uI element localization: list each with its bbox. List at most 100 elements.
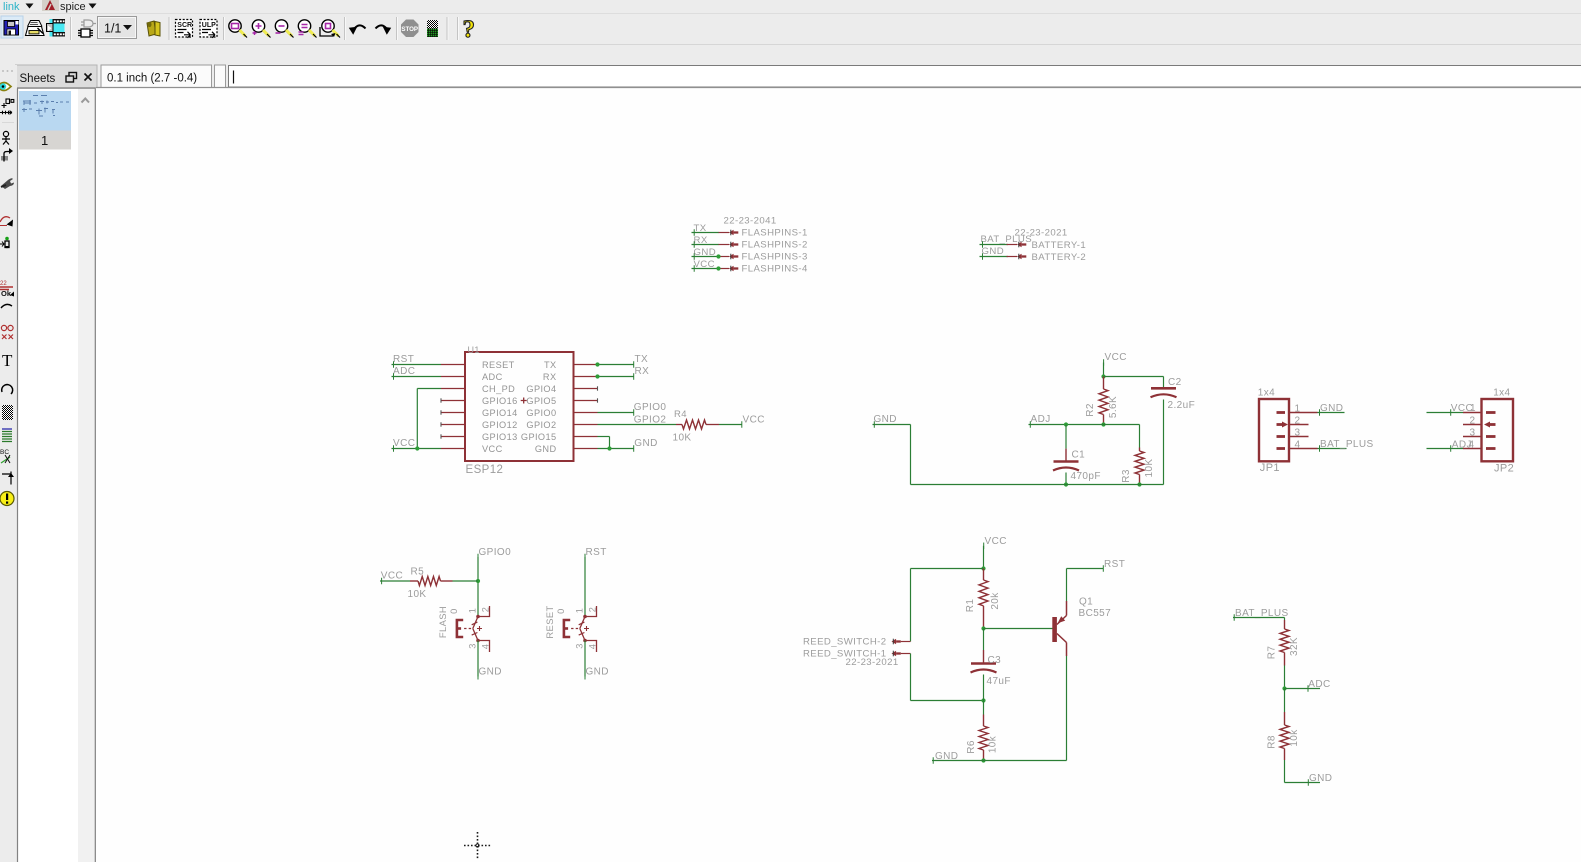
svg-text:CH_PD: CH_PD [482,384,515,394]
svg-text:0: 0 [448,608,459,614]
svg-text:1x4: 1x4 [1493,387,1510,398]
svg-text:10k: 10k [987,735,998,753]
svg-text:1: 1 [575,608,585,614]
svg-text:BC: BC [0,449,9,456]
svg-text:FLASHPINS-4: FLASHPINS-4 [742,264,809,275]
svg-text:?: ? [463,16,476,43]
svg-text:R2: R2 [1085,403,1096,417]
svg-text:BC557: BC557 [1079,608,1112,619]
svg-text:GPIO0: GPIO0 [479,547,512,558]
svg-text:4: 4 [481,644,491,650]
svg-text:GND: GND [1309,773,1332,784]
svg-text:GPIO0: GPIO0 [634,402,667,413]
svg-text:RST: RST [586,547,607,558]
svg-text:C1: C1 [1072,449,1086,460]
svg-text:JP2: JP2 [1494,462,1514,474]
svg-text:47uF: 47uF [987,676,1011,687]
svg-text:GND: GND [1320,403,1343,414]
svg-text:22-23-2021: 22-23-2021 [846,657,899,668]
svg-text:VCC: VCC [393,438,415,449]
svg-text:STOP: STOP [401,26,418,33]
svg-text:GPIO15: GPIO15 [521,432,557,442]
svg-text:U1: U1 [468,345,480,355]
svg-text:ADC: ADC [482,372,503,382]
svg-text:R8: R8 [1267,735,1278,749]
svg-text:1x4: 1x4 [1258,387,1275,398]
svg-text:VCC: VCC [1105,352,1127,363]
svg-text:BATTERY-2: BATTERY-2 [1032,252,1087,263]
svg-text:ADJ: ADJ [1452,439,1472,450]
svg-text:GND: GND [479,667,502,678]
svg-text:TX: TX [635,354,649,365]
svg-text:ADJ: ADJ [1031,414,1051,425]
svg-text:T: T [2,351,13,370]
svg-text:ULP: ULP [202,22,216,29]
svg-text:VCC: VCC [482,444,503,454]
svg-text:RST: RST [1104,559,1125,570]
svg-text:RESET: RESET [544,605,555,638]
svg-text:ADC: ADC [393,366,415,377]
svg-text:FLASHPINS-1: FLASHPINS-1 [742,228,808,239]
svg-text:10K: 10K [408,589,427,600]
svg-text:FLASHPINS-3: FLASHPINS-3 [742,252,808,263]
svg-text:RST: RST [393,354,414,365]
svg-text:R5: R5 [411,567,425,578]
svg-text:BAT_PLUS: BAT_PLUS [1320,439,1374,450]
svg-text:Q1: Q1 [1079,596,1093,607]
svg-text:VCC: VCC [743,415,765,426]
svg-text:RESET: RESET [482,360,515,370]
svg-text:BATTERY-1: BATTERY-1 [1032,240,1087,251]
svg-text:REED_SWITCH-2: REED_SWITCH-2 [803,636,887,647]
svg-text:2: 2 [588,607,598,613]
svg-text:32K: 32K [1289,637,1300,656]
svg-text:ADC: ADC [1308,679,1330,690]
svg-text:ESP12: ESP12 [466,464,504,476]
svg-text:470pF: 470pF [1071,471,1101,482]
svg-text:GND: GND [586,667,609,678]
svg-text:link: link [3,1,20,13]
svg-text:3: 3 [468,643,478,649]
svg-text:RX: RX [543,372,557,382]
svg-text:2.2uF: 2.2uF [1168,400,1196,411]
svg-text:VCC: VCC [381,571,403,582]
svg-text:0.1 inch (2.7 -0.4): 0.1 inch (2.7 -0.4) [107,73,197,85]
svg-text:GPIO13: GPIO13 [482,432,518,442]
svg-text:GPIO2: GPIO2 [526,420,556,430]
svg-text:1: 1 [468,608,478,614]
svg-text:22-23-2041: 22-23-2041 [724,216,777,227]
svg-text:TX: TX [544,360,557,370]
svg-text:spice: spice [60,1,86,13]
svg-text:1/1: 1/1 [104,22,121,36]
svg-text:GND: GND [535,444,557,454]
svg-text:GND: GND [982,246,1005,257]
svg-text:Sheets: Sheets [20,73,56,85]
svg-text:FLASHPINS-2: FLASHPINS-2 [742,240,808,251]
svg-text:GPIO4: GPIO4 [526,384,556,394]
svg-text:5.6K: 5.6K [1108,396,1119,418]
svg-text:0: 0 [555,608,566,614]
svg-text:VCC: VCC [985,536,1007,547]
svg-text:GND: GND [634,438,657,449]
svg-text:R7: R7 [1267,646,1278,660]
svg-text:20k: 20k [990,592,1001,610]
svg-text:10k: 10k [1289,729,1300,747]
svg-text:R1: R1 [965,599,976,613]
svg-text:C2: C2 [1168,377,1182,388]
svg-text:10K: 10K [1144,459,1155,478]
svg-text:1: 1 [41,133,48,148]
svg-text:R4: R4 [674,409,687,420]
svg-text:RX: RX [635,366,650,377]
svg-text:GPIO12: GPIO12 [482,420,518,430]
svg-text:3: 3 [575,643,585,649]
svg-text:VCC: VCC [1451,403,1473,414]
svg-text:22: 22 [0,281,7,287]
svg-text:GPIO5: GPIO5 [526,396,556,406]
svg-text:R6: R6 [966,740,977,754]
svg-text:4: 4 [588,644,598,650]
svg-text:GPIO14: GPIO14 [482,408,518,418]
svg-text:JP1: JP1 [1260,462,1280,474]
svg-text:Ok: Ok [1,289,12,298]
svg-text:GND: GND [874,414,897,425]
svg-text:SCR: SCR [177,22,192,29]
svg-text:GPIO16: GPIO16 [482,396,518,406]
